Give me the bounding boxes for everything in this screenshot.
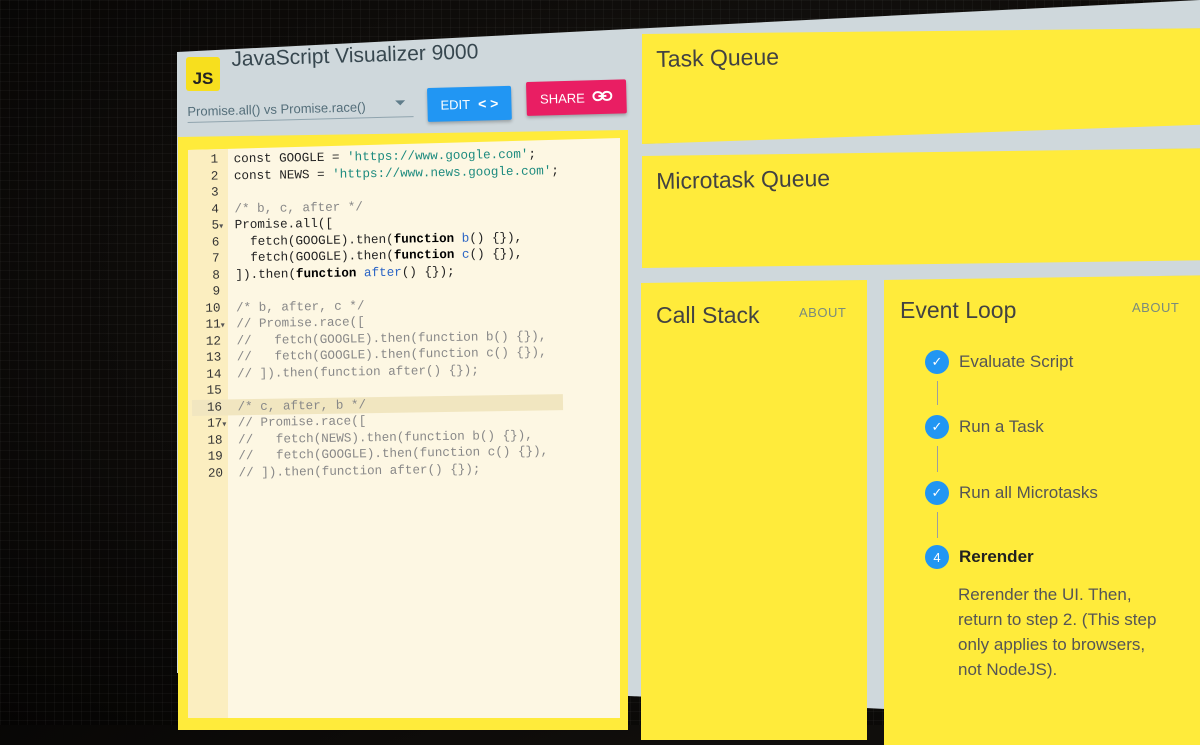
line-number: 4 (189, 201, 219, 218)
code-text: Promise.all([ (235, 217, 333, 233)
microtask-queue-panel: Microtask Queue (642, 148, 1200, 270)
line-number: 19 (193, 448, 223, 465)
line-number: 15 (192, 383, 222, 400)
event-loop-about-link[interactable]: ABOUT (1132, 300, 1179, 315)
logo-text: JS (193, 69, 214, 89)
line-number: 11 (191, 317, 221, 334)
step-label: Rerender (959, 547, 1034, 567)
check-icon: ✓ (925, 415, 949, 439)
code-brackets-icon: < > (478, 95, 499, 112)
link-icon (593, 89, 613, 105)
event-loop-step-2: ✓ Run a Task (925, 415, 1044, 439)
microtask-queue-title: Microtask Queue (656, 165, 830, 195)
call-stack-title: Call Stack (656, 302, 760, 329)
event-loop-panel: Event Loop ABOUT ✓ Evaluate Script ✓ Run… (884, 275, 1200, 745)
example-select-value: Promise.all() vs Promise.race() (187, 99, 366, 119)
code-text: /* b, c, after */ (234, 200, 363, 216)
chevron-down-icon (395, 100, 405, 105)
step-number-badge: 4 (925, 545, 949, 569)
line-number: 17 (192, 415, 222, 432)
line-number: 16 (192, 399, 222, 416)
line-number: 14 (191, 366, 221, 383)
line-number: 13 (191, 350, 221, 367)
line-number: 2 (188, 168, 218, 185)
code-text: /* c, after, b */ (237, 398, 366, 414)
code-text: /* b, after, c */ (236, 299, 365, 315)
event-loop-step-3: ✓ Run all Microtasks (925, 481, 1098, 505)
line-number: 8 (190, 267, 220, 284)
line-number: 7 (190, 251, 220, 268)
js-logo: JS (186, 57, 220, 91)
check-icon: ✓ (925, 350, 949, 374)
step-label: Evaluate Script (959, 352, 1073, 372)
line-number: 6 (189, 234, 219, 251)
share-button-label: SHARE (540, 90, 585, 106)
edit-button[interactable]: EDIT < > (427, 86, 512, 122)
step-label: Run a Task (959, 417, 1044, 437)
code-text: // Promise.race([ (238, 414, 367, 430)
code-text: // Promise.race([ (236, 315, 365, 331)
line-number: 5 (189, 218, 219, 235)
code-text: ]).then(function after() {}); (235, 264, 454, 281)
line-number: 18 (192, 432, 222, 449)
line-number: 3 (189, 185, 219, 202)
check-icon: ✓ (925, 481, 949, 505)
event-loop-step-4: 4 Rerender (925, 545, 1034, 569)
step-description: Rerender the UI. Then, return to step 2.… (958, 582, 1158, 682)
line-number: 20 (193, 465, 223, 482)
step-connector (937, 512, 938, 538)
event-loop-step-1: ✓ Evaluate Script (925, 350, 1073, 374)
line-number: 12 (191, 333, 221, 350)
event-loop-title: Event Loop (900, 297, 1016, 324)
edit-button-label: EDIT (440, 96, 470, 112)
share-button[interactable]: SHARE (526, 79, 627, 116)
step-label: Run all Microtasks (959, 483, 1098, 503)
task-queue-panel: Task Queue (642, 28, 1200, 144)
code-lines[interactable]: 1 const GOOGLE = 'https://www.google.com… (188, 146, 564, 482)
line-number: 1 (188, 152, 218, 169)
line-number: 10 (190, 300, 220, 317)
code-text: // ]).then(function after() {}); (238, 462, 480, 480)
call-stack-about-link[interactable]: ABOUT (799, 305, 846, 320)
line-number: 9 (190, 284, 220, 301)
task-queue-title: Task Queue (656, 43, 779, 73)
step-connector (937, 381, 938, 405)
step-connector (937, 446, 938, 472)
call-stack-panel: Call Stack ABOUT (641, 280, 867, 740)
